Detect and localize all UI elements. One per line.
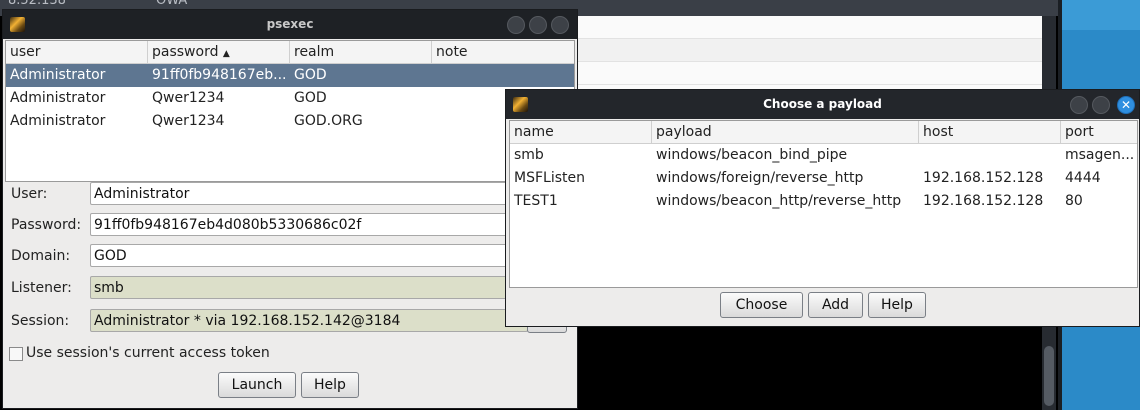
cell-host: 192.168.152.128 — [923, 193, 1044, 209]
column-header-note[interactable]: note — [432, 41, 574, 63]
desktop-wallpaper-top — [1062, 0, 1140, 30]
app-icon — [10, 17, 25, 32]
password-label: Password: — [11, 217, 82, 233]
table-row[interactable]: TEST1 windows/beacon_http/reverse_http 1… — [510, 190, 1137, 213]
cell-realm: GOD.ORG — [294, 113, 363, 129]
cell-port: msagen... — [1065, 147, 1135, 163]
user-label: User: — [11, 186, 48, 202]
domain-field[interactable]: GOD — [90, 244, 570, 267]
add-button[interactable]: Add — [808, 292, 863, 318]
column-header-user[interactable]: user — [6, 41, 148, 63]
close-button[interactable] — [551, 16, 569, 34]
choose-payload-dialog: Choose a payload ✕ name payload host por… — [505, 89, 1140, 327]
cell-user: Administrator — [10, 90, 106, 106]
cell-password: Qwer1234 — [152, 90, 225, 106]
payload-table: name payload host port smb windows/beaco… — [509, 120, 1138, 288]
column-header-port[interactable]: port — [1061, 121, 1137, 143]
session-label: Session: — [11, 313, 70, 329]
cell-password: Qwer1234 — [152, 113, 225, 129]
cell-password: 91ff0fb948167eb... — [152, 67, 287, 83]
maximize-button[interactable] — [1092, 96, 1110, 114]
cell-name: smb — [514, 147, 544, 163]
user-field[interactable]: Administrator — [90, 182, 570, 205]
column-header-payload[interactable]: payload — [652, 121, 919, 143]
help-button[interactable]: Help — [868, 292, 926, 318]
session-select[interactable]: Administrator * via 192.168.152.142@3184 — [90, 309, 528, 332]
cell-user: Administrator — [10, 67, 106, 83]
background-row — [576, 16, 1056, 39]
cell-host — [919, 144, 1061, 167]
maximize-button[interactable] — [529, 16, 547, 34]
close-icon[interactable]: ✕ — [1117, 96, 1135, 114]
column-header-name[interactable]: name — [510, 121, 652, 143]
domain-label: Domain: — [11, 248, 71, 264]
dialog-title: Choose a payload — [763, 97, 882, 111]
cell-realm: GOD — [294, 67, 327, 83]
cell-user: Administrator — [10, 113, 106, 129]
sort-ascending-icon: ▲ — [222, 49, 230, 59]
cell-host: 192.168.152.128 — [923, 170, 1044, 186]
column-header-realm[interactable]: realm — [290, 41, 432, 63]
background-window-table — [576, 16, 1056, 92]
table-row[interactable]: MSFListen windows/foreign/reverse_http 1… — [510, 167, 1137, 190]
minimize-button[interactable] — [507, 16, 525, 34]
cell-payload: windows/foreign/reverse_http — [656, 170, 864, 186]
background-cell: 8.52.138 — [8, 0, 66, 8]
cell-realm: GOD — [294, 90, 327, 106]
launch-button[interactable]: Launch — [218, 372, 296, 398]
cell-port: 80 — [1065, 193, 1083, 209]
background-row — [576, 39, 1056, 62]
background-cell: OWA — [156, 0, 188, 8]
background-row — [576, 62, 1056, 85]
cell-port: 4444 — [1065, 170, 1101, 186]
app-icon — [513, 97, 528, 112]
listener-select[interactable]: smb — [90, 276, 528, 299]
table-row[interactable]: Administrator Qwer1234 GOD — [6, 87, 574, 110]
password-field[interactable]: 91ff0fb948167eb4d080b5330686c02f — [90, 213, 570, 236]
column-header-host[interactable]: host — [919, 121, 1061, 143]
psexec-titlebar[interactable]: psexec — [3, 10, 577, 39]
cell-payload: windows/beacon_bind_pipe — [656, 147, 848, 163]
cell-note — [432, 64, 574, 87]
choose-button[interactable]: Choose — [720, 292, 803, 318]
minimize-button[interactable] — [1070, 96, 1088, 114]
table-row[interactable]: Administrator Qwer1234 GOD.ORG — [6, 110, 574, 133]
help-button[interactable]: Help — [301, 372, 359, 398]
table-row[interactable]: Administrator 91ff0fb948167eb... GOD — [6, 64, 574, 87]
credentials-table: user password ▲ realm note Administrator… — [5, 40, 575, 182]
table-header: name payload host port — [510, 121, 1137, 144]
psexec-window: psexec user password ▲ realm note Admini… — [2, 9, 578, 409]
table-row[interactable]: smb windows/beacon_bind_pipe msagen... — [510, 144, 1137, 167]
scrollbar-thumb[interactable] — [1044, 346, 1054, 406]
window-title: psexec — [266, 17, 314, 31]
table-header: user password ▲ realm note — [6, 41, 574, 64]
use-token-checkbox[interactable] — [9, 347, 23, 361]
cell-name: TEST1 — [514, 193, 558, 209]
column-header-password[interactable]: password ▲ — [148, 41, 290, 63]
cell-name: MSFListen — [514, 170, 585, 186]
payload-dialog-titlebar[interactable]: Choose a payload ✕ — [506, 90, 1139, 119]
cell-payload: windows/beacon_http/reverse_http — [656, 193, 902, 209]
listener-label: Listener: — [11, 280, 72, 296]
use-token-label: Use session's current access token — [26, 345, 270, 361]
